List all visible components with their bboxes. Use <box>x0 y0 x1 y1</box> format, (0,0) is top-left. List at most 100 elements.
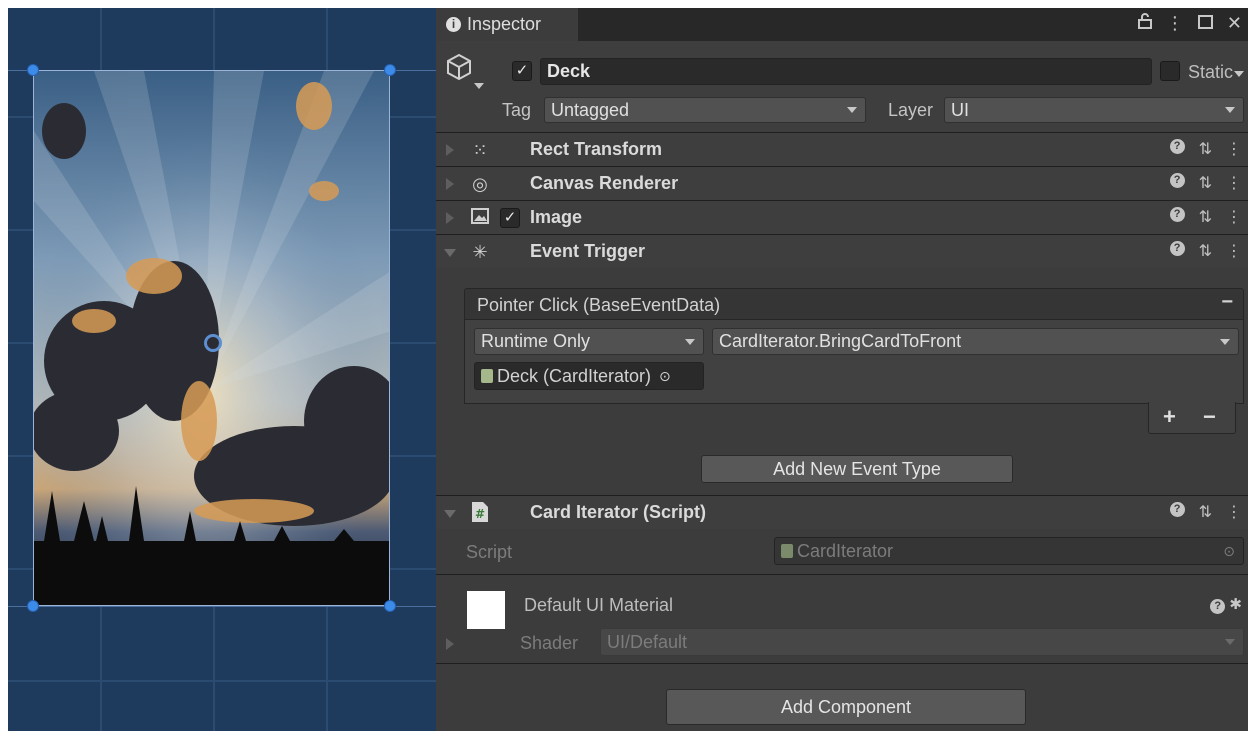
remove-event-button[interactable]: − <box>1221 291 1233 314</box>
object-picker-icon: ⊙ <box>1223 542 1235 559</box>
presets-icon[interactable]: ⇅ <box>1199 502 1212 522</box>
resize-handle-top-left[interactable] <box>27 64 39 76</box>
target-object-field[interactable]: Deck (CardIterator) ⊙ <box>474 362 704 390</box>
function-dropdown[interactable]: CardIterator.BringCardToFront <box>712 328 1239 355</box>
component-actions: ? ⇅ ⋮ <box>1169 207 1242 227</box>
gameobject-cube-icon[interactable] <box>446 53 472 86</box>
foldout-arrow[interactable] <box>446 212 454 224</box>
static-label[interactable]: Static <box>1188 62 1233 83</box>
script-icon <box>781 544 793 558</box>
svg-text:#: # <box>475 507 485 521</box>
event-listener-list: Runtime Only CardIterator.BringCardToFro… <box>464 320 1244 404</box>
material-section: Default UI Material ? ✱ Shader UI/Defaul… <box>436 574 1248 664</box>
chevron-down-icon <box>847 107 857 113</box>
shader-label: Shader <box>520 633 579 653</box>
layer-dropdown[interactable]: UI <box>944 97 1244 123</box>
component-canvas-renderer[interactable]: ◎ Canvas Renderer ? ⇅ ⋮ <box>436 166 1248 200</box>
help-icon[interactable]: ? <box>1169 502 1185 517</box>
add-component-button[interactable]: Add Component <box>666 689 1026 725</box>
image-enabled-checkbox[interactable]: ✓ <box>500 208 520 228</box>
foldout-arrow[interactable] <box>444 249 456 257</box>
script-icon: # <box>468 501 492 525</box>
static-checkbox[interactable] <box>1160 61 1180 81</box>
foldout-arrow[interactable] <box>446 638 454 650</box>
more-icon[interactable]: ⋮ <box>1226 207 1242 227</box>
chevron-down-icon <box>1220 338 1230 345</box>
resize-handle-top-right[interactable] <box>384 64 396 76</box>
resize-handle-bottom-right[interactable] <box>384 600 396 612</box>
close-icon[interactable]: ✕ <box>1227 13 1242 34</box>
component-rect-transform[interactable]: ⁙ Rect Transform ? ⇅ ⋮ <box>436 132 1248 166</box>
object-picker-icon[interactable]: ⊙ <box>659 368 671 385</box>
image-icon <box>468 206 492 230</box>
material-preview[interactable] <box>467 591 505 629</box>
tab-label: Inspector <box>467 14 542 34</box>
help-icon[interactable]: ? <box>1169 173 1185 188</box>
tag-dropdown[interactable]: Untagged <box>544 97 866 123</box>
component-title: Image <box>530 207 583 227</box>
tab-inspector[interactable]: i Inspector <box>436 8 578 41</box>
chevron-down-icon <box>685 338 695 345</box>
component-event-trigger[interactable]: ✳ Event Trigger ? ⇅ ⋮ <box>436 234 1248 268</box>
icon-dropdown-caret[interactable] <box>474 83 484 89</box>
info-icon: i <box>446 17 461 32</box>
component-title: Canvas Renderer <box>530 173 679 193</box>
chevron-down-icon <box>1225 107 1235 113</box>
maximize-icon[interactable] <box>1197 13 1213 34</box>
presets-icon[interactable]: ⇅ <box>1199 207 1212 227</box>
more-icon[interactable]: ⋮ <box>1226 241 1242 261</box>
tag-value: Untagged <box>551 99 630 120</box>
lock-icon[interactable] <box>1137 12 1152 34</box>
more-icon[interactable]: ⋮ <box>1166 13 1184 34</box>
resize-handle-bottom-left[interactable] <box>27 600 39 612</box>
card-iterator-body: Script CardIterator ⊙ <box>436 529 1248 574</box>
more-icon[interactable]: ⋮ <box>1226 173 1242 193</box>
foldout-arrow[interactable] <box>446 144 454 156</box>
event-trigger-body: Pointer Click (BaseEventData) − Runtime … <box>436 268 1248 496</box>
foldout-arrow[interactable] <box>446 178 454 190</box>
object-name-field[interactable]: Deck <box>540 58 1152 85</box>
help-icon[interactable]: ? <box>1210 599 1226 614</box>
help-icon[interactable]: ? <box>1169 241 1185 256</box>
component-title: Card Iterator (Script) <box>530 502 707 522</box>
grid-line <box>8 606 436 607</box>
component-card-iterator[interactable]: # Card Iterator (Script) ? ⇅ ⋮ <box>436 495 1248 529</box>
runtime-dropdown[interactable]: Runtime Only <box>474 328 704 355</box>
target-value: Deck (CardIterator) <box>497 365 652 386</box>
function-value: CardIterator.BringCardToFront <box>719 331 962 351</box>
runtime-value: Runtime Only <box>481 331 591 351</box>
add-listener-button[interactable]: + <box>1163 404 1176 430</box>
listener-controls: + − <box>1148 402 1236 434</box>
script-value: CardIterator <box>797 540 894 561</box>
foldout-arrow[interactable] <box>444 510 456 518</box>
component-title: Rect Transform <box>530 139 663 159</box>
script-field: CardIterator ⊙ <box>774 537 1244 565</box>
presets-icon[interactable]: ⇅ <box>1199 241 1212 261</box>
rect-transform-icon: ⁙ <box>472 140 488 160</box>
pivot-handle[interactable] <box>204 334 222 352</box>
tag-label: Tag <box>502 100 532 120</box>
help-icon[interactable]: ? <box>1169 139 1185 154</box>
static-dropdown-caret[interactable] <box>1234 71 1244 77</box>
active-checkbox[interactable]: ✓ <box>512 61 532 81</box>
tab-bar: i Inspector ⋮ ✕ <box>436 8 1248 41</box>
component-actions: ? ⇅ ⋮ <box>1169 139 1242 159</box>
presets-icon[interactable]: ⇅ <box>1199 173 1212 193</box>
add-new-event-type-button[interactable]: Add New Event Type <box>701 455 1013 483</box>
more-icon[interactable]: ⋮ <box>1226 502 1242 522</box>
script-icon <box>481 369 493 383</box>
scene-view[interactable] <box>8 8 436 731</box>
help-icon[interactable]: ? <box>1169 207 1185 222</box>
more-icon[interactable]: ⋮ <box>1226 139 1242 159</box>
tab-controls: ⋮ ✕ <box>1137 8 1242 38</box>
script-label: Script <box>466 542 513 562</box>
shader-dropdown: UI/Default <box>600 628 1244 656</box>
presets-icon[interactable]: ⇅ <box>1199 139 1212 159</box>
chevron-down-icon <box>1225 639 1235 645</box>
component-image[interactable]: ✓ Image ? ⇅ ⋮ <box>436 200 1248 234</box>
material-name: Default UI Material <box>524 595 674 615</box>
settings-icon[interactable]: ✱ <box>1229 596 1242 613</box>
event-header: Pointer Click (BaseEventData) − <box>464 288 1244 320</box>
inspector-panel: i Inspector ⋮ ✕ ✓ Deck Static Tag Untagg… <box>436 8 1248 731</box>
remove-listener-button[interactable]: − <box>1203 404 1216 430</box>
